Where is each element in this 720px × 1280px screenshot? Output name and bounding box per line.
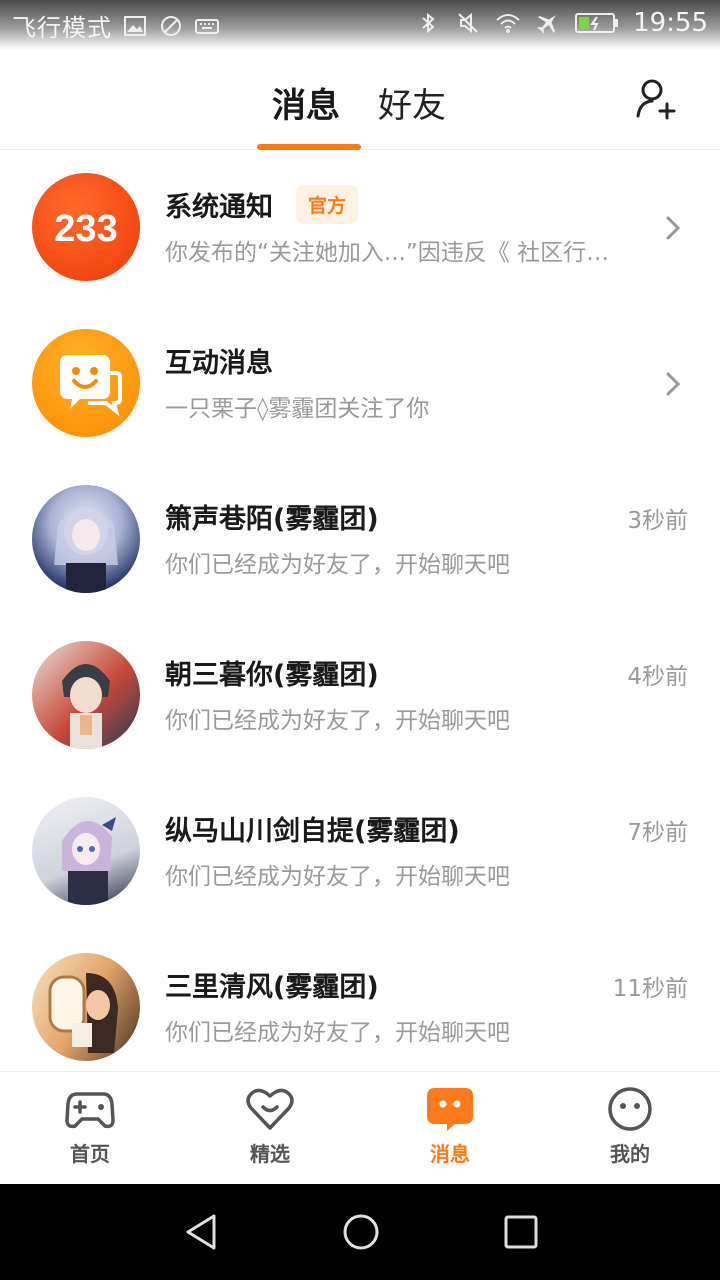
battery-icon xyxy=(575,13,619,33)
timestamp: 3秒前 xyxy=(627,508,688,534)
airplane-mode-label: 飞行模式 xyxy=(12,14,112,42)
list-item-interactions[interactable]: 互动消息 一只栗子◊雾霾团关注了你 xyxy=(0,307,720,463)
nav-messages[interactable]: 消息 xyxy=(360,1072,540,1185)
heart-icon xyxy=(246,1088,294,1130)
anime-avatar-icon xyxy=(48,973,118,1053)
contact-name: 互动消息 xyxy=(165,348,273,379)
airplane-icon xyxy=(537,15,556,34)
anime-avatar-icon xyxy=(54,505,118,593)
timestamp: 4秒前 xyxy=(627,664,688,690)
system-nav-bar xyxy=(0,1184,720,1280)
gamepad-icon xyxy=(65,1092,115,1129)
bluetooth-icon xyxy=(422,12,435,34)
official-badge: 官方 xyxy=(296,185,359,224)
nav-label: 我的 xyxy=(610,1142,650,1166)
nav-label: 首页 xyxy=(70,1142,110,1166)
nav-home[interactable]: 首页 xyxy=(0,1072,180,1185)
contact-name: 箫声巷陌(雾霾团) xyxy=(165,504,379,535)
smiley-icon xyxy=(608,1087,652,1131)
chat-bubble-icon xyxy=(60,355,122,417)
avatar xyxy=(32,797,140,905)
message-preview: 你们已经成为好友了，开始聊天吧 xyxy=(165,708,510,734)
anime-avatar-icon xyxy=(62,664,110,749)
message-preview: 一只栗子◊雾霾团关注了你 xyxy=(165,396,430,422)
avatar xyxy=(32,485,140,593)
chevron-right-icon xyxy=(666,216,681,240)
list-item-chat[interactable]: 纵马山川剑自提(雾霾团) 7秒前 你们已经成为好友了，开始聊天吧 xyxy=(0,775,720,931)
avatar: 233 xyxy=(32,173,140,281)
active-tab-indicator xyxy=(257,144,361,150)
avatar xyxy=(32,641,140,749)
contact-name: 三里清风(雾霾团) xyxy=(165,972,379,1003)
list-item-system-notice[interactable]: 233 系统通知 官方 你发布的“关注她加入...”因违反《 社区行为... xyxy=(0,151,720,307)
list-item-chat[interactable]: 箫声巷陌(雾霾团) 3秒前 你们已经成为好友了，开始聊天吧 xyxy=(0,463,720,619)
tab-friends[interactable]: 好友 xyxy=(378,78,446,127)
nav-featured[interactable]: 精选 xyxy=(180,1072,360,1185)
list-item-chat[interactable]: 三里清风(雾霾团) 11秒前 你们已经成为好友了，开始聊天吧 xyxy=(0,931,720,1071)
avatar xyxy=(32,329,140,437)
message-list: 233 系统通知 官方 你发布的“关注她加入...”因违反《 社区行为... 互… xyxy=(0,151,720,1071)
list-item-chat[interactable]: 朝三暮你(雾霾团) 4秒前 你们已经成为好友了，开始聊天吧 xyxy=(0,619,720,775)
bottom-nav: 首页 精选 消息 我的 xyxy=(0,1071,720,1184)
svg-text:233: 233 xyxy=(54,208,117,250)
nav-label: 消息 xyxy=(430,1142,470,1166)
contact-name: 系统通知 xyxy=(165,192,273,223)
timestamp: 7秒前 xyxy=(627,820,688,846)
home-icon[interactable] xyxy=(341,1212,381,1252)
tab-messages[interactable]: 消息 xyxy=(272,78,340,127)
status-bar: 飞行模式 19:55 xyxy=(0,0,720,50)
back-icon[interactable] xyxy=(182,1212,222,1252)
blocked-notification-icon xyxy=(161,15,181,36)
timestamp: 11秒前 xyxy=(612,976,688,1002)
message-preview: 你们已经成为好友了，开始聊天吧 xyxy=(165,864,510,890)
contact-name: 朝三暮你(雾霾团) xyxy=(165,660,379,691)
avatar xyxy=(32,953,140,1061)
mute-icon xyxy=(458,12,478,34)
top-tab-bar: 消息 好友 xyxy=(0,50,720,150)
message-preview: 你发布的“关注她加入...”因违反《 社区行为... xyxy=(165,240,625,266)
wifi-icon xyxy=(496,14,520,33)
keyboard-icon xyxy=(195,18,219,34)
add-friend-icon[interactable] xyxy=(634,76,680,122)
recents-icon[interactable] xyxy=(501,1212,541,1252)
nav-profile[interactable]: 我的 xyxy=(540,1072,720,1185)
message-icon xyxy=(427,1088,473,1131)
message-preview: 你们已经成为好友了，开始聊天吧 xyxy=(165,1020,510,1046)
clock: 19:55 xyxy=(633,8,708,38)
contact-name: 纵马山川剑自提(雾霾团) xyxy=(165,816,460,847)
233-logo-icon: 233 xyxy=(54,208,117,250)
image-notification-icon xyxy=(124,15,146,36)
anime-avatar-icon xyxy=(62,817,116,905)
chevron-right-icon xyxy=(666,372,681,396)
nav-label: 精选 xyxy=(250,1142,290,1166)
message-preview: 你们已经成为好友了，开始聊天吧 xyxy=(165,552,510,578)
